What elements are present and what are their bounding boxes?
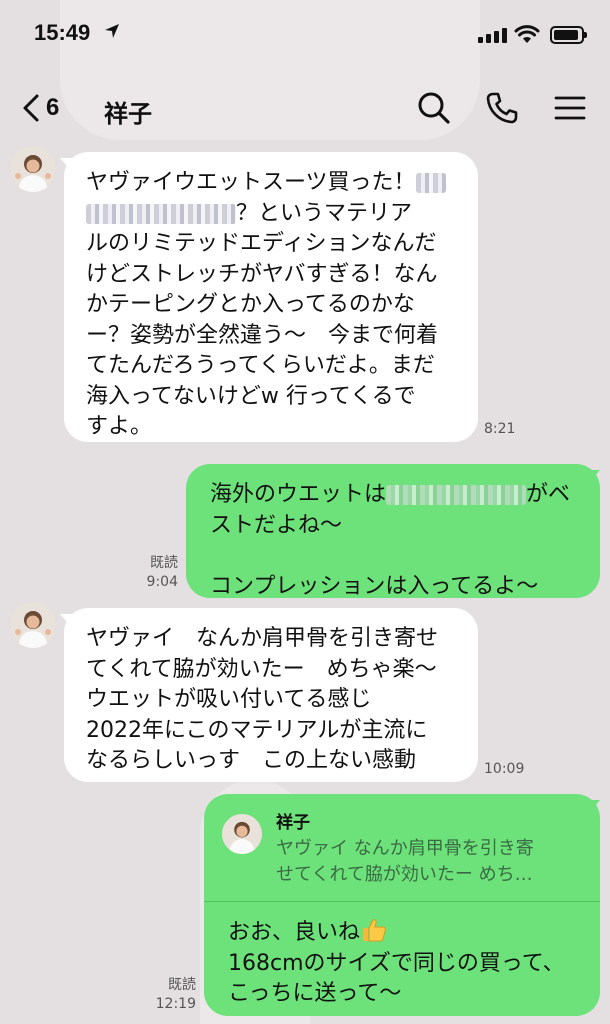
- reply-avatar: [222, 814, 262, 854]
- message-line: てくれて脇が効いたー めちゃ楽〜: [86, 656, 437, 682]
- message-body: おお、良いね 168cmのサイズで同じの買って、 こっちに送って〜: [228, 916, 588, 1010]
- message-bubble-incoming[interactable]: ヤヴァイ なんか肩甲骨を引き寄せ てくれて脇が効いたー めちゃ楽〜 ウエットが吸…: [64, 608, 478, 782]
- read-receipt: 既読 9:04: [146, 555, 178, 590]
- message-line: 2022年にこのマテリアルが主流に: [86, 717, 428, 743]
- message-line: 海入ってないけどw 行ってくるで: [86, 383, 416, 409]
- quoted-reply[interactable]: 祥子 ヤヴァイ なんか肩甲骨を引き寄 せてくれて脇が効いたー めち…: [204, 794, 600, 902]
- message-line: けどストレッチがヤバすぎる！なん: [86, 261, 438, 287]
- chat-title: 祥子: [104, 100, 152, 128]
- message-line: すよ。: [86, 414, 153, 439]
- message-line: ヤヴァイ なんか肩甲骨を引き寄せ: [86, 626, 439, 651]
- message-bubble-incoming[interactable]: ヤヴァイウエットスーツ買った！ ？というマテリア ルのリミテッドエディションなん…: [64, 152, 478, 442]
- chevron-left-icon: [23, 94, 39, 122]
- read-receipt: 既読 12:19: [155, 977, 196, 1012]
- signal-icon: [478, 28, 507, 43]
- message-line: こっちに送って〜: [228, 981, 402, 1006]
- status-bar: 15:49: [0, 0, 610, 72]
- battery-icon: [550, 26, 587, 44]
- thumbs-up-icon: [363, 919, 386, 942]
- redacted-text: [415, 173, 446, 193]
- search-icon[interactable]: [416, 90, 452, 126]
- message-line: ー？姿勢が全然違う〜 今まで何着: [86, 322, 439, 348]
- message-line: かテーピングとか入ってるのかな: [86, 292, 415, 317]
- message-time: 8:21: [484, 421, 516, 437]
- message-line: コンプレッションは入ってるよ〜: [210, 573, 539, 599]
- message-line: ？というマテリア: [86, 199, 458, 230]
- wifi-icon: [514, 25, 540, 43]
- message-line: 168cmのサイズで同じの買って、: [228, 950, 565, 976]
- message-line: おお、良いね: [228, 916, 588, 949]
- message-line: ヤヴァイウエットスーツ買った！: [86, 168, 458, 199]
- redacted-text: [86, 203, 236, 224]
- redacted-text: [386, 485, 527, 505]
- message-line: なるらしいっす この上ない感動: [86, 748, 417, 773]
- location-arrow-icon: [105, 24, 119, 38]
- unread-count: 6: [46, 94, 60, 121]
- menu-icon[interactable]: [552, 90, 588, 126]
- status-time: 15:49: [34, 20, 91, 45]
- message-line: ストだよね〜: [210, 512, 343, 538]
- avatar[interactable]: [10, 146, 56, 192]
- avatar[interactable]: [10, 602, 56, 648]
- message-line: 海外のウエットは がベ: [210, 482, 571, 507]
- message-bubble-outgoing[interactable]: 海外のウエットは がベ ストだよね〜 コンプレッションは入ってるよ〜: [186, 464, 600, 599]
- message-line: ルのリミテッドエディションなんだ: [86, 231, 437, 256]
- message-bubble-outgoing-reply[interactable]: 祥子 ヤヴァイ なんか肩甲骨を引き寄 せてくれて脇が効いたー めち… おお、良い…: [204, 794, 600, 1016]
- reply-sender-name: 祥子: [276, 813, 310, 833]
- chat-header: 6 祥子: [0, 80, 610, 136]
- phone-icon[interactable]: [484, 90, 520, 126]
- message-time: 10:09: [484, 761, 525, 777]
- back-button[interactable]: 6: [20, 90, 59, 126]
- message-line: てたんだろうってくらいだよ。まだ: [86, 353, 435, 378]
- reply-preview: ヤヴァイ なんか肩甲骨を引き寄 せてくれて脇が効いたー めち…: [276, 838, 534, 885]
- message-line: ウエットが吸い付いてる感じ: [86, 687, 372, 712]
